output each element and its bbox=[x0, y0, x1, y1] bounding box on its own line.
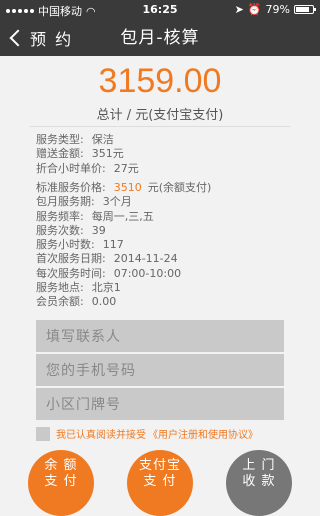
info-label: 服务小时数: bbox=[36, 238, 95, 252]
info-value: 保洁 bbox=[91, 133, 114, 146]
info-value: 每周一,三,五 bbox=[91, 209, 154, 223]
info-suffix: 元(余额支付) bbox=[147, 181, 212, 194]
info-row: 赠送金额: 351元 bbox=[36, 147, 139, 161]
agreement-link[interactable]: 《用户注册和使用协议》 bbox=[148, 426, 258, 441]
info-label: 赠送金额: bbox=[36, 147, 84, 161]
info-label: 服务地点: bbox=[36, 281, 84, 295]
balance-pay-label-1: 余 额 bbox=[44, 458, 78, 473]
standard-price-value: 3510 bbox=[113, 181, 142, 194]
info-row: 会员余额: 0.00 bbox=[36, 295, 211, 309]
alipay-pay-label-1: 支付宝 bbox=[138, 458, 181, 473]
info-label: 每次服务时间: bbox=[36, 266, 106, 280]
info-label: 服务类型: bbox=[36, 133, 84, 146]
info-value: 117 bbox=[102, 238, 124, 252]
door-collect-label-2: 收 款 bbox=[242, 474, 276, 489]
balance-pay-button[interactable]: 余 额支 付 bbox=[28, 450, 94, 516]
alipay-pay-label-2: 支 付 bbox=[143, 474, 177, 489]
address-placeholder: 小区门牌号 bbox=[46, 397, 121, 413]
agreement-checkbox[interactable] bbox=[36, 426, 50, 441]
address-input[interactable]: 小区门牌号 bbox=[36, 388, 284, 420]
info-label: 服务次数: bbox=[36, 223, 84, 237]
alarm-icon: ⏰ bbox=[247, 3, 262, 16]
info-label: 服务频率: bbox=[36, 209, 84, 223]
info-row: 每次服务时间: 07:00-10:00 bbox=[36, 267, 211, 281]
status-bar: 中国移动 ◠ 16:25 ➤ ⏰ 79% bbox=[0, 0, 320, 20]
info-value: 3个月 bbox=[102, 195, 132, 209]
info-row: 服务频率: 每周一,三,五 bbox=[36, 210, 211, 224]
info-group-details: 标准服务价格: 3510 元(余额支付) 包月服务期: 3个月 服务频率: 每周一,三,… bbox=[36, 181, 211, 310]
info-row: 包月服务期: 3个月 bbox=[36, 195, 211, 209]
info-row: 服务类型: 保洁 bbox=[36, 133, 139, 147]
info-row: 服务地点: 北京1 bbox=[36, 281, 211, 295]
info-value: 北京1 bbox=[91, 281, 121, 295]
info-label: 标准服务价格: bbox=[36, 181, 106, 194]
nav-bar: 预 约 包月-核算 bbox=[0, 20, 320, 56]
contact-name-input[interactable]: 填写联系人 bbox=[36, 320, 284, 352]
phone-input[interactable]: 您的手机号码 bbox=[36, 354, 284, 386]
balance-pay-label-2: 支 付 bbox=[44, 474, 78, 489]
info-label: 会员余额: bbox=[36, 295, 84, 309]
contact-name-placeholder: 填写联系人 bbox=[46, 329, 121, 345]
battery-percent: 79% bbox=[265, 3, 290, 16]
total-amount-subtitle: 总计 / 元(支付宝支付) bbox=[96, 108, 224, 123]
info-value: 0.00 bbox=[91, 295, 117, 309]
status-right: ➤ ⏰ 79% bbox=[234, 3, 316, 16]
info-label: 首次服务日期: bbox=[36, 252, 106, 266]
info-value: 39 bbox=[91, 223, 106, 237]
door-collect-button[interactable]: 上 门收 款 bbox=[226, 450, 292, 516]
location-icon: ➤ bbox=[234, 3, 244, 16]
info-row: 服务次数: 39 bbox=[36, 224, 211, 238]
phone-placeholder: 您的手机号码 bbox=[46, 363, 136, 379]
info-row: 服务小时数: 117 bbox=[36, 238, 211, 252]
agreement-text: 我已认真阅读并接受 bbox=[56, 430, 146, 441]
info-value: 07:00-10:00 bbox=[113, 266, 182, 280]
battery-icon bbox=[294, 5, 316, 14]
info-value: 2014-11-24 bbox=[113, 252, 178, 266]
info-row: 标准服务价格: 3510 元(余额支付) bbox=[36, 181, 211, 195]
info-label: 折合小时单价: bbox=[36, 161, 106, 175]
info-row: 折合小时单价: 27元 bbox=[36, 162, 139, 176]
divider bbox=[30, 126, 290, 127]
info-label: 包月服务期: bbox=[36, 195, 95, 209]
total-amount: 3159.00 bbox=[98, 62, 222, 100]
info-group-summary: 服务类型: 保洁 赠送金额: 351元 折合小时单价: 27元 bbox=[36, 133, 139, 176]
contact-form: 填写联系人 您的手机号码 小区门牌号 bbox=[36, 320, 284, 422]
agreement-row: 我已认真阅读并接受 《用户注册和使用协议》 bbox=[36, 426, 258, 441]
info-value: 27元 bbox=[113, 161, 139, 175]
info-value: 351元 bbox=[91, 147, 124, 161]
door-collect-label-1: 上 门 bbox=[242, 458, 276, 473]
page-title: 包月-核算 bbox=[120, 28, 200, 48]
alipay-pay-button[interactable]: 支付宝支 付 bbox=[127, 450, 193, 516]
info-row: 首次服务日期: 2014-11-24 bbox=[36, 252, 211, 266]
